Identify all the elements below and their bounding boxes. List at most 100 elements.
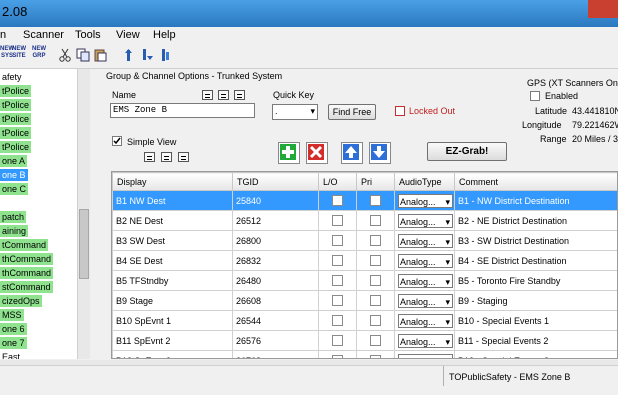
audiotype-select[interactable]: Analog... — [398, 274, 453, 288]
comment-cell[interactable]: B11 - Special Events 2 — [455, 331, 618, 351]
tree-scrollbar[interactable] — [77, 69, 90, 359]
tree-item[interactable] — [0, 197, 4, 209]
display-cell[interactable]: B10 SpEvnt 1 — [113, 311, 233, 331]
display-cell[interactable]: B4 SE Dest — [113, 251, 233, 271]
channel-row[interactable]: B10 SpEvnt 126544Analog...B10 - Special … — [113, 311, 618, 331]
priority-checkbox[interactable] — [370, 215, 381, 226]
channel-row[interactable]: B5 TFStndby26480Analog...B5 - Toronto Fi… — [113, 271, 618, 291]
delete-channel-button[interactable] — [306, 142, 328, 164]
tree-item[interactable]: aining — [0, 225, 28, 237]
name-input[interactable]: EMS Zone B — [110, 103, 255, 118]
find-free-button[interactable]: Find Free — [328, 104, 376, 120]
display-cell[interactable]: B1 NW Dest — [113, 191, 233, 211]
paste-icon[interactable] — [93, 48, 107, 62]
comment-cell[interactable]: B9 - Staging — [455, 291, 618, 311]
audiotype-select[interactable]: Analog... — [398, 234, 453, 248]
tree-item[interactable]: tPolice — [0, 99, 31, 111]
display-cell[interactable]: B3 SW Dest — [113, 231, 233, 251]
audiotype-select[interactable]: Analog... — [398, 354, 453, 360]
move-down-icon[interactable] — [140, 48, 154, 62]
menu-view[interactable]: View — [116, 29, 140, 41]
name-format-button-3[interactable] — [234, 90, 245, 100]
ez-grab-button[interactable]: EZ-Grab! — [427, 142, 507, 161]
lockout-checkbox[interactable] — [332, 235, 343, 246]
comment-cell[interactable]: B10 - Special Events 1 — [455, 311, 618, 331]
copy-icon[interactable] — [76, 48, 90, 62]
audiotype-select[interactable]: Analog... — [398, 314, 453, 328]
menu-help[interactable]: Help — [153, 29, 176, 41]
lockout-checkbox[interactable] — [332, 315, 343, 326]
tree-item[interactable]: one C — [0, 183, 28, 195]
priority-checkbox[interactable] — [370, 255, 381, 266]
lockout-checkbox[interactable] — [332, 195, 343, 206]
comment-cell[interactable]: B2 - NE District Destination — [455, 211, 618, 231]
channel-grid[interactable]: Display TGID L/O Pri AudioType Comment B… — [111, 171, 618, 359]
tgid-cell[interactable]: 25840 — [233, 191, 319, 211]
comment-cell[interactable]: B5 - Toronto Fire Standby — [455, 271, 618, 291]
priority-checkbox[interactable] — [370, 195, 381, 206]
priority-checkbox[interactable] — [370, 315, 381, 326]
move-up-icon[interactable] — [122, 48, 136, 62]
tree-item[interactable]: thCommand — [0, 253, 53, 265]
name-format-button-2[interactable] — [218, 90, 229, 100]
lockout-checkbox[interactable] — [332, 215, 343, 226]
tgid-cell[interactable]: 26800 — [233, 231, 319, 251]
priority-checkbox[interactable] — [370, 295, 381, 306]
tree-item[interactable]: one B — [0, 169, 28, 181]
move-row-up-button[interactable] — [341, 142, 363, 164]
priority-checkbox[interactable] — [370, 355, 381, 359]
channel-row[interactable]: B4 SE Dest26832 Analog...B4 - SE District… — [113, 251, 618, 271]
menu-scanner[interactable]: Scanner — [23, 29, 64, 41]
column-lockout[interactable]: L/O — [319, 173, 357, 191]
view-button-3[interactable] — [178, 152, 189, 162]
tree-item[interactable]: one 6 — [0, 323, 27, 335]
audiotype-select[interactable]: Analog... — [398, 334, 453, 348]
view-button-2[interactable] — [161, 152, 172, 162]
lockout-checkbox[interactable] — [332, 355, 343, 359]
tgid-cell[interactable]: 26512 — [233, 211, 319, 231]
sort-icon[interactable] — [158, 48, 172, 62]
close-button[interactable] — [588, 0, 618, 18]
lockout-checkbox[interactable] — [332, 275, 343, 286]
tgid-cell[interactable]: 26576 — [233, 331, 319, 351]
column-tgid[interactable]: TGID — [233, 173, 319, 191]
audiotype-select[interactable]: Analog... — [398, 214, 453, 228]
tree-item[interactable]: one 7 — [0, 337, 27, 349]
audiotype-select[interactable]: Analog... — [398, 254, 453, 268]
tgid-cell[interactable]: 26608 — [233, 291, 319, 311]
lockout-checkbox[interactable] — [332, 255, 343, 266]
tree-item[interactable]: tPolice — [0, 141, 31, 153]
tree-item[interactable]: cizedOps — [0, 295, 42, 307]
tree-item[interactable]: patch — [0, 211, 26, 223]
lockout-checkbox[interactable] — [332, 335, 343, 346]
new-grp-button[interactable]: NEWGRP — [32, 46, 46, 60]
simple-view-checkbox[interactable] — [112, 136, 122, 146]
quick-key-select[interactable]: .▾ — [272, 104, 318, 120]
move-row-down-button[interactable] — [369, 142, 391, 164]
system-tree[interactable]: afetytPolicetPolicetPolicetPolicetPolice… — [0, 69, 89, 359]
comment-cell[interactable]: B4 - SE District Destination — [455, 251, 618, 271]
cut-icon[interactable] — [58, 48, 72, 62]
new-site-button[interactable]: NEWSITE — [12, 46, 26, 60]
column-display[interactable]: Display — [113, 173, 233, 191]
comment-cell[interactable]: B3 - SW District Destination — [455, 231, 618, 251]
lockout-checkbox[interactable] — [332, 295, 343, 306]
tgid-cell[interactable]: 26480 — [233, 271, 319, 291]
tree-item[interactable]: afety — [0, 71, 24, 83]
tree-item[interactable]: stCommand — [0, 281, 53, 293]
column-priority[interactable]: Pri — [357, 173, 395, 191]
tgid-cell[interactable]: 26832 — [233, 251, 319, 271]
display-cell[interactable]: B12 SpEvnt 3 — [113, 351, 233, 360]
channel-row[interactable]: B9 Stage26608Analog...B9 - Staging — [113, 291, 618, 311]
tree-item[interactable]: thCommand — [0, 267, 53, 279]
channel-row[interactable]: B3 SW Dest26800 Analog...B3 - SW District… — [113, 231, 618, 251]
comment-cell[interactable]: B12 - Special Events 3 — [455, 351, 618, 360]
menu-tools[interactable]: Tools — [75, 29, 101, 41]
channel-row[interactable]: B12 SpEvnt 326768Analog...B12 - Special … — [113, 351, 618, 360]
tree-item[interactable]: tCommand — [0, 239, 48, 251]
priority-checkbox[interactable] — [370, 275, 381, 286]
display-cell[interactable]: B11 SpEvnt 2 — [113, 331, 233, 351]
locked-out-checkbox[interactable] — [395, 106, 405, 116]
audiotype-select[interactable]: Analog... — [398, 194, 453, 208]
name-format-button-1[interactable] — [202, 90, 213, 100]
